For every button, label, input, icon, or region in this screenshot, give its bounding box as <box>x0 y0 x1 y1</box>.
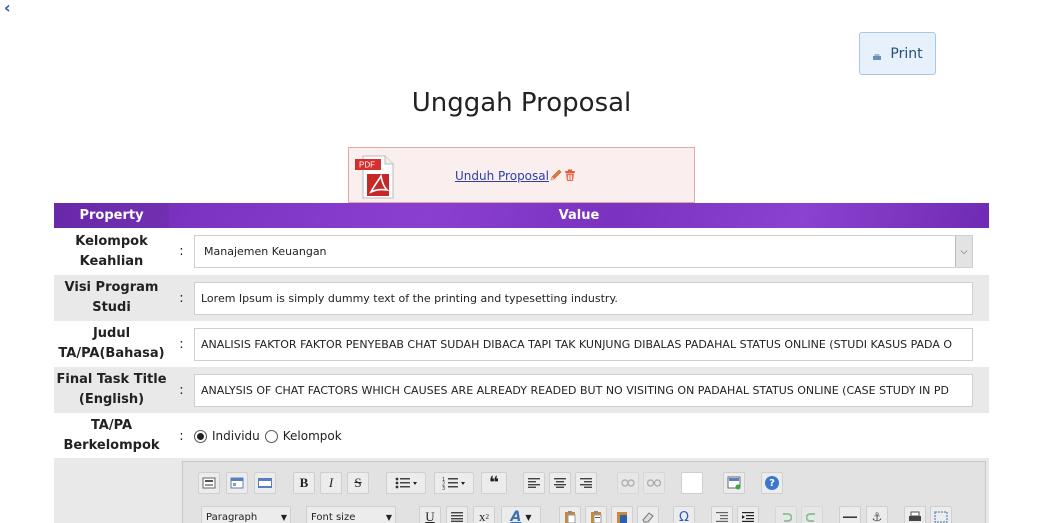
editor-row: B I S 123 ❝ ? Paragraph ▼ Font size ▼ U … <box>54 458 989 523</box>
colon: : <box>179 244 184 259</box>
proposal-form-table: Property Value Kelompok Keahlian : Manaj… <box>54 203 989 459</box>
radio-kelompok-label[interactable]: Kelompok <box>283 429 342 443</box>
paste-word-icon[interactable] <box>611 506 633 523</box>
eraser-icon[interactable] <box>637 506 659 523</box>
header-value: Value <box>558 208 600 223</box>
help-icon[interactable]: ? <box>761 472 783 494</box>
label-ta-berkelompok: TA/PA Berkelompok <box>54 416 169 456</box>
row-ta-berkelompok: TA/PA Berkelompok : Individu Kelompok <box>54 413 989 459</box>
link-icon[interactable] <box>617 472 639 494</box>
row-kelompok-keahlian: Kelompok Keahlian : Manajemen Keuangan ⌵ <box>54 228 989 275</box>
label-judul-ta-bahasa: Judul TA/PA(Bahasa) <box>54 324 169 364</box>
row-judul-ta-bahasa: Judul TA/PA(Bahasa) : ANALISIS FAKTOR FA… <box>54 321 989 367</box>
label-line1: Kelompok <box>75 233 148 249</box>
help-glyph: ? <box>765 476 779 490</box>
text-color-glyph: A <box>510 509 522 523</box>
numbered-list-icon[interactable]: 123 <box>434 472 474 494</box>
header-property: Property <box>54 203 169 228</box>
page-title: Unggah Proposal <box>411 88 632 118</box>
superscript-exp: 2 <box>485 513 490 521</box>
printer-icon <box>873 53 882 60</box>
select-value: Manajemen Keuangan <box>204 245 327 258</box>
strikethrough-icon[interactable]: S <box>347 472 369 494</box>
fontsize-select[interactable]: Font size ▼ <box>306 506 396 523</box>
proposal-file-box: PDF Unduh Proposal <box>348 147 695 203</box>
align-center-icon[interactable] <box>549 472 571 494</box>
rich-text-editor-toolbar: B I S 123 ❝ ? Paragraph ▼ Font size ▼ U … <box>182 461 986 523</box>
align-right-icon[interactable] <box>575 472 597 494</box>
kelompok-keahlian-select[interactable]: Manajemen Keuangan ⌵ <box>194 235 973 268</box>
radio-kelompok[interactable] <box>264 429 278 443</box>
pdf-file-icon: PDF <box>355 155 394 199</box>
anchor-icon[interactable]: ⚓ <box>866 506 888 523</box>
colon: : <box>179 336 184 352</box>
blank-icon[interactable] <box>681 472 703 494</box>
final-task-title-input[interactable]: ANALYSIS OF CHAT FACTORS WHICH CAUSES AR… <box>194 373 973 407</box>
colon: : <box>179 290 184 306</box>
table-header: Property Value <box>54 203 989 228</box>
colon: : <box>179 382 184 398</box>
print-label: Print <box>890 45 923 62</box>
print-button[interactable]: Print <box>859 32 936 75</box>
blockquote-icon[interactable]: ❝ <box>481 472 507 494</box>
row-final-task-title: Final Task Title (English) : ANALYSIS OF… <box>54 367 989 413</box>
label-line1: TA/PA <box>90 418 133 433</box>
source-icon[interactable] <box>198 472 220 494</box>
judul-ta-bahasa-input[interactable]: ANALISIS FAKTOR FAKTOR PENYEBAB CHAT SUD… <box>194 327 973 361</box>
bold-icon[interactable]: B <box>293 472 315 494</box>
colon: : <box>179 428 184 444</box>
undo-icon[interactable] <box>775 506 797 523</box>
label-line2: Berkelompok <box>63 438 160 453</box>
label-line1: Judul <box>92 326 131 341</box>
download-proposal-link[interactable]: Unduh Proposal <box>455 169 549 183</box>
template-icon[interactable] <box>226 472 248 494</box>
label-final-task-title: Final Task Title (English) <box>54 370 169 410</box>
format-select-chevron-icon: ▼ <box>280 512 287 522</box>
html-icon[interactable] <box>254 472 276 494</box>
unlink-icon[interactable] <box>643 472 665 494</box>
row-visi-program-studi: Visi Program Studi : Lorem Ipsum is simp… <box>54 275 989 321</box>
label-line1: Visi Program <box>64 280 159 295</box>
format-select[interactable]: Paragraph ▼ <box>201 506 291 523</box>
svg-text:3: 3 <box>442 486 445 490</box>
chevron-down-icon[interactable]: ⌵ <box>955 236 972 267</box>
radio-individu-label[interactable]: Individu <box>212 429 260 443</box>
fontsize-select-chevron-icon: ▼ <box>385 512 392 522</box>
trash-icon[interactable] <box>563 168 577 182</box>
visi-program-studi-input[interactable]: Lorem Ipsum is simply dummy text of the … <box>194 281 973 315</box>
print-icon[interactable] <box>904 506 926 523</box>
radio-individu[interactable] <box>194 429 207 443</box>
ta-berkelompok-radio-group: Individu Kelompok <box>194 429 973 443</box>
text-color-icon[interactable]: A ▼ <box>501 506 541 523</box>
label-line2: Keahlian <box>79 253 144 269</box>
fontsize-select-value: Font size <box>311 511 356 523</box>
format-select-value: Paragraph <box>206 511 258 523</box>
justify-icon[interactable] <box>446 506 468 523</box>
paste-icon[interactable] <box>559 506 581 523</box>
label-line2: (English) <box>78 392 145 407</box>
redo-icon[interactable] <box>801 506 823 523</box>
superscript-icon[interactable]: x2 <box>473 506 495 523</box>
pdf-label: PDF <box>359 161 375 170</box>
label-line2: TA/PA(Bahasa) <box>58 346 165 361</box>
indent-icon[interactable] <box>737 506 759 523</box>
italic-icon[interactable]: I <box>320 472 342 494</box>
bullet-list-icon[interactable] <box>386 472 426 494</box>
underline-icon[interactable]: U <box>419 506 441 523</box>
label-kelompok-keahlian: Kelompok Keahlian <box>54 232 169 272</box>
label-line2: Studi <box>92 300 131 315</box>
image-icon[interactable] <box>723 472 745 494</box>
label-visi-program-studi: Visi Program Studi <box>54 278 169 318</box>
edit-pencil-icon[interactable] <box>549 168 563 182</box>
outdent-icon[interactable] <box>711 506 733 523</box>
page: ‹ Print Unggah Proposal PDF Unduh Propos… <box>0 0 1053 523</box>
hr-icon[interactable] <box>839 506 861 523</box>
paste-text-icon[interactable] <box>585 506 607 523</box>
align-left-icon[interactable] <box>523 472 545 494</box>
omega-icon[interactable]: Ω <box>673 506 695 523</box>
spellcheck-icon[interactable] <box>930 506 952 523</box>
label-line1: Final Task Title <box>56 372 167 387</box>
text-color-chevron-icon: ▼ <box>525 512 532 522</box>
back-arrow-icon[interactable]: ‹ <box>4 0 11 17</box>
